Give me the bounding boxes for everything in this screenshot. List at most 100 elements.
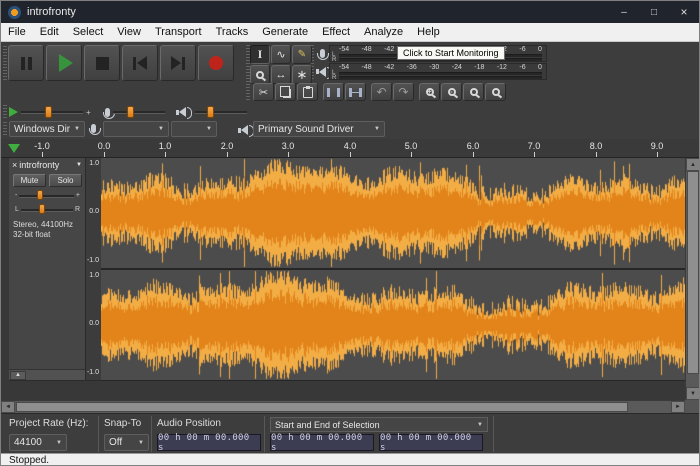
scrollbar-corner	[685, 400, 700, 413]
recording-device-dropdown[interactable]: ▼	[103, 121, 169, 137]
close-track-icon[interactable]: ×	[12, 160, 17, 170]
timeline-pin[interactable]	[8, 144, 20, 153]
waveform-display[interactable]	[101, 158, 685, 381]
play-speed-slider[interactable]	[21, 105, 83, 119]
timeline-label: 7.0	[528, 141, 541, 151]
gain-plus-label: +	[76, 192, 80, 199]
trim-audio-button[interactable]	[323, 83, 344, 101]
playback-meter-bars[interactable]: -54-48-42-36-30-24-18-12-60 LR	[329, 63, 547, 80]
skip-to-start-button[interactable]	[122, 45, 158, 81]
timeline-label: 0.0	[98, 141, 111, 151]
solo-button[interactable]: Solo	[49, 174, 82, 187]
recording-volume-thumb[interactable]	[127, 106, 134, 118]
play-speed-toolbar-grip[interactable]	[3, 105, 7, 119]
play-speed-slider-thumb[interactable]	[45, 106, 52, 118]
collapse-track-button[interactable]: ▲	[10, 371, 26, 380]
playback-volume-thumb[interactable]	[207, 106, 214, 118]
record-button[interactable]	[198, 45, 234, 81]
pan-slider[interactable]: L R	[15, 203, 80, 215]
menu-analyze[interactable]: Analyze	[357, 23, 410, 41]
zoom-fit-button[interactable]	[485, 83, 506, 101]
pause-button[interactable]	[8, 45, 44, 81]
scroll-right-icon[interactable]: ►	[671, 401, 685, 413]
scroll-down-icon[interactable]: ▼	[686, 387, 700, 400]
close-button[interactable]: ×	[669, 1, 699, 23]
track-control-panel[interactable]: × introfronty ▼ Mute Solo - + L R Stereo…	[9, 158, 86, 381]
chevron-down-icon: ▼	[155, 126, 164, 132]
gain-slider-thumb[interactable]	[37, 190, 43, 200]
menu-help[interactable]: Help	[410, 23, 447, 41]
waveform-right-channel[interactable]	[101, 270, 685, 380]
vertical-scale-ruler[interactable]: 1.0 0.0 -1.0 1.0 0.0 -1.0	[86, 158, 101, 381]
recording-volume-slider[interactable]	[113, 105, 165, 119]
gain-slider[interactable]: - +	[15, 189, 80, 201]
cut-button[interactable]: ✂	[253, 83, 274, 101]
mute-button[interactable]: Mute	[13, 174, 46, 187]
device-toolbar-grip[interactable]	[3, 122, 7, 137]
toolbar-dock: I ∿ ✎ ↔ ∗ -54-48-42-36-30-24-18-12-60 LR	[1, 42, 699, 139]
waveform-left-channel[interactable]	[101, 158, 685, 268]
audio-host-dropdown[interactable]: Windows Dir▼	[9, 121, 85, 137]
monitoring-tooltip[interactable]: Click to Start Monitoring	[397, 46, 505, 60]
zoom-in-button[interactable]: +	[419, 83, 440, 101]
menu-tracks[interactable]: Tracks	[209, 23, 256, 41]
chevron-down-icon: ▼	[371, 126, 380, 132]
vertical-scrollbar-thumb[interactable]	[687, 171, 699, 374]
horizontal-scrollbar[interactable]: ◄ ►	[1, 400, 685, 413]
menu-file[interactable]: File	[1, 23, 33, 41]
minimize-button[interactable]: –	[609, 1, 639, 23]
play-button[interactable]	[46, 45, 82, 81]
time-shift-tool-button[interactable]: ↔	[271, 65, 291, 84]
menu-edit[interactable]: Edit	[33, 23, 66, 41]
menu-view[interactable]: View	[110, 23, 148, 41]
timeline-ruler[interactable]: -1.0 0.0 1.0 2.0 3.0 4.0 5.0 6.0 7.0 8.0…	[1, 139, 699, 158]
playback-volume-slider[interactable]	[195, 105, 247, 119]
playback-device-dropdown[interactable]: Primary Sound Driver▼	[253, 121, 385, 137]
plus-label: +	[86, 108, 91, 117]
playback-meter[interactable]: -54-48-42-36-30-24-18-12-60 LR	[315, 63, 547, 80]
track-name[interactable]: introfronty	[19, 160, 74, 170]
horizontal-scrollbar-thumb[interactable]	[16, 402, 628, 412]
pan-slider-thumb[interactable]	[39, 204, 45, 214]
record-icon	[209, 56, 223, 70]
menu-generate[interactable]: Generate	[255, 23, 315, 41]
silence-audio-button[interactable]	[345, 83, 366, 101]
audio-position-field[interactable]: 00 h 00 m 00.000 s	[157, 434, 261, 451]
zoom-selection-button[interactable]	[463, 83, 484, 101]
multi-tool-button[interactable]: ∗	[292, 65, 312, 84]
selection-tool-button[interactable]: I	[250, 45, 270, 64]
zoom-tool-button[interactable]	[250, 65, 270, 84]
play-at-speed-icon[interactable]	[9, 107, 18, 117]
vertical-scrollbar[interactable]: ▲ ▼	[685, 158, 700, 400]
edit-toolbar-grip[interactable]	[246, 84, 250, 100]
undo-button[interactable]: ↶	[371, 83, 392, 101]
stop-button[interactable]	[84, 45, 120, 81]
menu-transport[interactable]: Transport	[148, 23, 209, 41]
redo-button[interactable]: ↷	[393, 83, 414, 101]
envelope-tool-button[interactable]: ∿	[271, 45, 291, 64]
selection-start-field[interactable]: 00 h 00 m 00.000 s	[270, 434, 374, 451]
tools-toolbar: I ∿ ✎ ↔ ∗	[250, 45, 312, 84]
draw-tool-button[interactable]: ✎	[292, 45, 312, 64]
status-bar: Stopped.	[1, 453, 699, 466]
project-rate-select[interactable]: 44100 ▼	[9, 434, 67, 451]
status-text: Stopped.	[9, 455, 49, 466]
zoom-out-button[interactable]: -	[441, 83, 462, 101]
transport-toolbar-grip[interactable]	[3, 46, 7, 82]
magnifier-icon	[256, 71, 264, 79]
snap-to-select[interactable]: Off ▼	[104, 434, 149, 451]
menu-effect[interactable]: Effect	[315, 23, 357, 41]
paste-button[interactable]	[297, 83, 318, 101]
selection-mode-dropdown[interactable]: Start and End of Selection ▼	[270, 417, 488, 432]
selection-end-field[interactable]: 00 h 00 m 00.000 s	[379, 434, 483, 451]
skip-to-end-button[interactable]	[160, 45, 196, 81]
menu-select[interactable]: Select	[66, 23, 111, 41]
copy-button[interactable]	[275, 83, 296, 101]
scroll-up-icon[interactable]: ▲	[686, 158, 700, 171]
maximize-button[interactable]: □	[639, 1, 669, 23]
scroll-left-icon[interactable]: ◄	[1, 401, 15, 413]
track-header: × introfronty ▼	[9, 158, 85, 172]
recording-channels-dropdown[interactable]: ▼	[171, 121, 217, 137]
track-menu-icon[interactable]: ▼	[76, 162, 82, 168]
playback-meter-scale: -54-48-42-36-30-24-18-12-60	[339, 65, 542, 71]
